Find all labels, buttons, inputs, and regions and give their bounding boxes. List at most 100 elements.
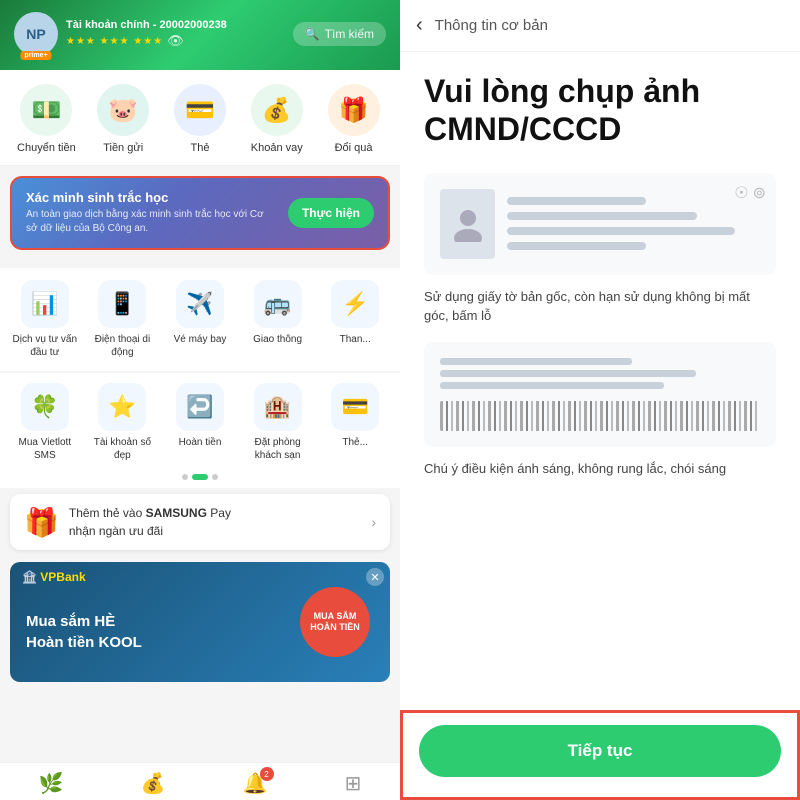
service-label-hotel: Đặt phòng khách sạn — [241, 436, 315, 462]
instruction-text-2: Chú ý điều kiện ánh sáng, không rung lắc… — [424, 459, 776, 479]
id-back-line-3 — [440, 382, 664, 389]
action-icon-card: 💳 — [174, 84, 226, 136]
id-line-1 — [507, 197, 646, 205]
id-line-3 — [507, 227, 735, 235]
vpbank-logo: 🏦 VPBank — [22, 570, 86, 584]
action-icon-loan: 💰 — [251, 84, 303, 136]
samsung-pay-banner[interactable]: 🎁 Thêm thẻ vào SAMSUNG Pay nhận ngàn ưu … — [10, 494, 390, 550]
service-icon-vietlott: 🍀 — [21, 383, 69, 431]
service-label-investment: Dịch vụ tư vấn đầu tư — [8, 333, 82, 359]
stars-row: ★★★ ★★★ ★★★ 👁 — [66, 33, 227, 49]
service-item-more1[interactable]: ⚡ Than... — [318, 280, 392, 359]
back-button[interactable]: ‹ — [416, 14, 423, 37]
action-label-gift: Đổi quà — [335, 141, 373, 155]
right-panel: ‹ Thông tin cơ bản Vui lòng chụp ảnh CMN… — [400, 0, 800, 800]
samsung-text: Thêm thẻ vào SAMSUNG Pay nhận ngàn ưu đã… — [69, 504, 361, 540]
account-info: Tài khoản chính - 20002000238 ★★★ ★★★ ★★… — [66, 19, 227, 49]
services-section-1: 📊 Dịch vụ tư vấn đầu tư 📱 Điện thoại di … — [0, 268, 400, 371]
id-line-4 — [507, 242, 646, 250]
service-item-vietlott[interactable]: 🍀 Mua Vietlott SMS — [8, 383, 82, 462]
id-back-line-1 — [440, 358, 632, 365]
service-label-phone: Điện thoại di động — [86, 333, 160, 359]
search-icon: 🔍 — [305, 27, 320, 41]
action-label-savings: Tiền gửi — [103, 141, 143, 155]
chevron-right-icon: › — [371, 514, 376, 530]
vpbank-sale-badge: MUA SẮMHOÀN TIỀN — [300, 587, 370, 657]
action-khoan-vay[interactable]: 💰 Khoản vay — [242, 84, 312, 155]
bottom-nav: 🌿 💰 🔔 2 ⊞ — [0, 762, 400, 800]
continue-button[interactable]: Tiếp tục — [419, 725, 781, 777]
nav-menu[interactable]: ⊞ — [345, 771, 362, 796]
menu-icon: ⊞ — [345, 771, 362, 796]
banner-title: Xác minh sinh trắc học — [26, 190, 278, 205]
fingerprint-icon-1: ☉ — [734, 183, 748, 203]
service-item-flight[interactable]: ✈️ Vé máy bay — [163, 280, 237, 359]
cmnd-title-line1: Vui lòng chụp ảnh — [424, 73, 700, 109]
vpbank-banner[interactable]: 🏦 VPBank Mua sắm HÈHoàn tiền KOOL MUA SẮ… — [10, 562, 390, 682]
service-item-traffic[interactable]: 🚌 Giao thông — [241, 280, 315, 359]
service-label-flight: Vé máy bay — [174, 333, 227, 346]
banner-text: Xác minh sinh trắc học An toàn giao dịch… — [26, 190, 278, 236]
home-icon: 🌿 — [39, 771, 64, 796]
service-icon-cashback: ↩️ — [176, 383, 224, 431]
action-icon-transfer: 💵 — [20, 84, 72, 136]
verification-button[interactable]: Thực hiện — [288, 198, 374, 228]
gift-icon: 🎁 — [24, 506, 59, 539]
action-the[interactable]: 💳 Thẻ — [165, 84, 235, 155]
cmnd-title-line2: CMND/CCCD — [424, 111, 621, 147]
nav-finance[interactable]: 💰 — [141, 771, 166, 796]
continue-button-wrapper: Tiếp tục — [400, 710, 800, 800]
service-item-more2[interactable]: 💳 Thẻ... — [318, 383, 392, 462]
app-header: NP prime+ Tài khoản chính - 20002000238 … — [0, 0, 400, 70]
id-back-lines — [440, 358, 760, 389]
action-label-loan: Khoản vay — [251, 141, 303, 155]
service-icon-traffic: 🚌 — [254, 280, 302, 328]
nav-notification[interactable]: 🔔 2 — [243, 771, 268, 796]
service-label-more1: Than... — [340, 333, 371, 346]
instruction-text-1: Sử dụng giấy tờ bản gốc, còn hạn sử dụng… — [424, 287, 776, 326]
pagination-dots — [0, 470, 400, 488]
service-label-vietlott: Mua Vietlott SMS — [8, 436, 82, 462]
service-icon-hotel: 🏨 — [254, 383, 302, 431]
id-back-line-2 — [440, 370, 696, 377]
action-label-card: Thẻ — [191, 141, 210, 155]
right-header: ‹ Thông tin cơ bản — [400, 0, 800, 52]
service-item-lucky-number[interactable]: ⭐ Tài khoản số đẹp — [86, 383, 160, 462]
id-card-back — [424, 342, 776, 447]
id-card-front: ☉ ⊚ — [424, 173, 776, 275]
person-icon — [450, 206, 486, 242]
service-item-investment[interactable]: 📊 Dịch vụ tư vấn đầu tư — [8, 280, 82, 359]
right-content: Vui lòng chụp ảnh CMND/CCCD ☉ ⊚ Sử — [400, 52, 800, 710]
cmnd-title: Vui lòng chụp ảnh CMND/CCCD — [424, 72, 776, 149]
search-bar[interactable]: 🔍 Tìm kiếm — [293, 22, 386, 46]
service-item-phone[interactable]: 📱 Điện thoại di động — [86, 280, 160, 359]
fingerprint-icon-2: ⊚ — [753, 183, 766, 203]
service-icon-more2: 💳 — [331, 383, 379, 431]
action-chuyen-tien[interactable]: 💵 Chuyển tiền — [11, 84, 81, 155]
nav-home[interactable]: 🌿 — [39, 771, 64, 796]
service-label-more2: Thẻ... — [342, 436, 368, 449]
id-line-2 — [507, 212, 697, 220]
action-icon-savings: 🐷 — [97, 84, 149, 136]
avatar-area: NP prime+ Tài khoản chính - 20002000238 … — [14, 12, 227, 56]
notification-badge-wrapper: 🔔 2 — [243, 771, 268, 796]
action-doi-qua[interactable]: 🎁 Đổi quà — [319, 84, 389, 155]
service-label-cashback: Hoàn tiền — [179, 436, 222, 449]
fingerprint-icons: ☉ ⊚ — [734, 183, 766, 203]
vpbank-close-button[interactable]: ✕ — [366, 568, 384, 586]
dot-1 — [182, 474, 188, 480]
services-grid-1: 📊 Dịch vụ tư vấn đầu tư 📱 Điện thoại di … — [8, 280, 392, 359]
quick-actions: 💵 Chuyển tiền 🐷 Tiền gửi 💳 Thẻ 💰 Khoản v… — [0, 70, 400, 166]
photo-placeholder — [440, 189, 495, 259]
service-item-cashback[interactable]: ↩️ Hoàn tiền — [163, 383, 237, 462]
right-header-title: Thông tin cơ bản — [435, 17, 548, 34]
service-icon-lucky-number: ⭐ — [98, 383, 146, 431]
service-icon-investment: 📊 — [21, 280, 69, 328]
service-icon-flight: ✈️ — [176, 280, 224, 328]
verification-banner: Xác minh sinh trắc học An toàn giao dịch… — [10, 176, 390, 250]
service-item-hotel[interactable]: 🏨 Đặt phòng khách sạn — [241, 383, 315, 462]
dot-3 — [212, 474, 218, 480]
action-tien-gui[interactable]: 🐷 Tiền gửi — [88, 84, 158, 155]
card-icon: 💳 — [185, 96, 215, 125]
notification-count: 2 — [260, 767, 274, 781]
